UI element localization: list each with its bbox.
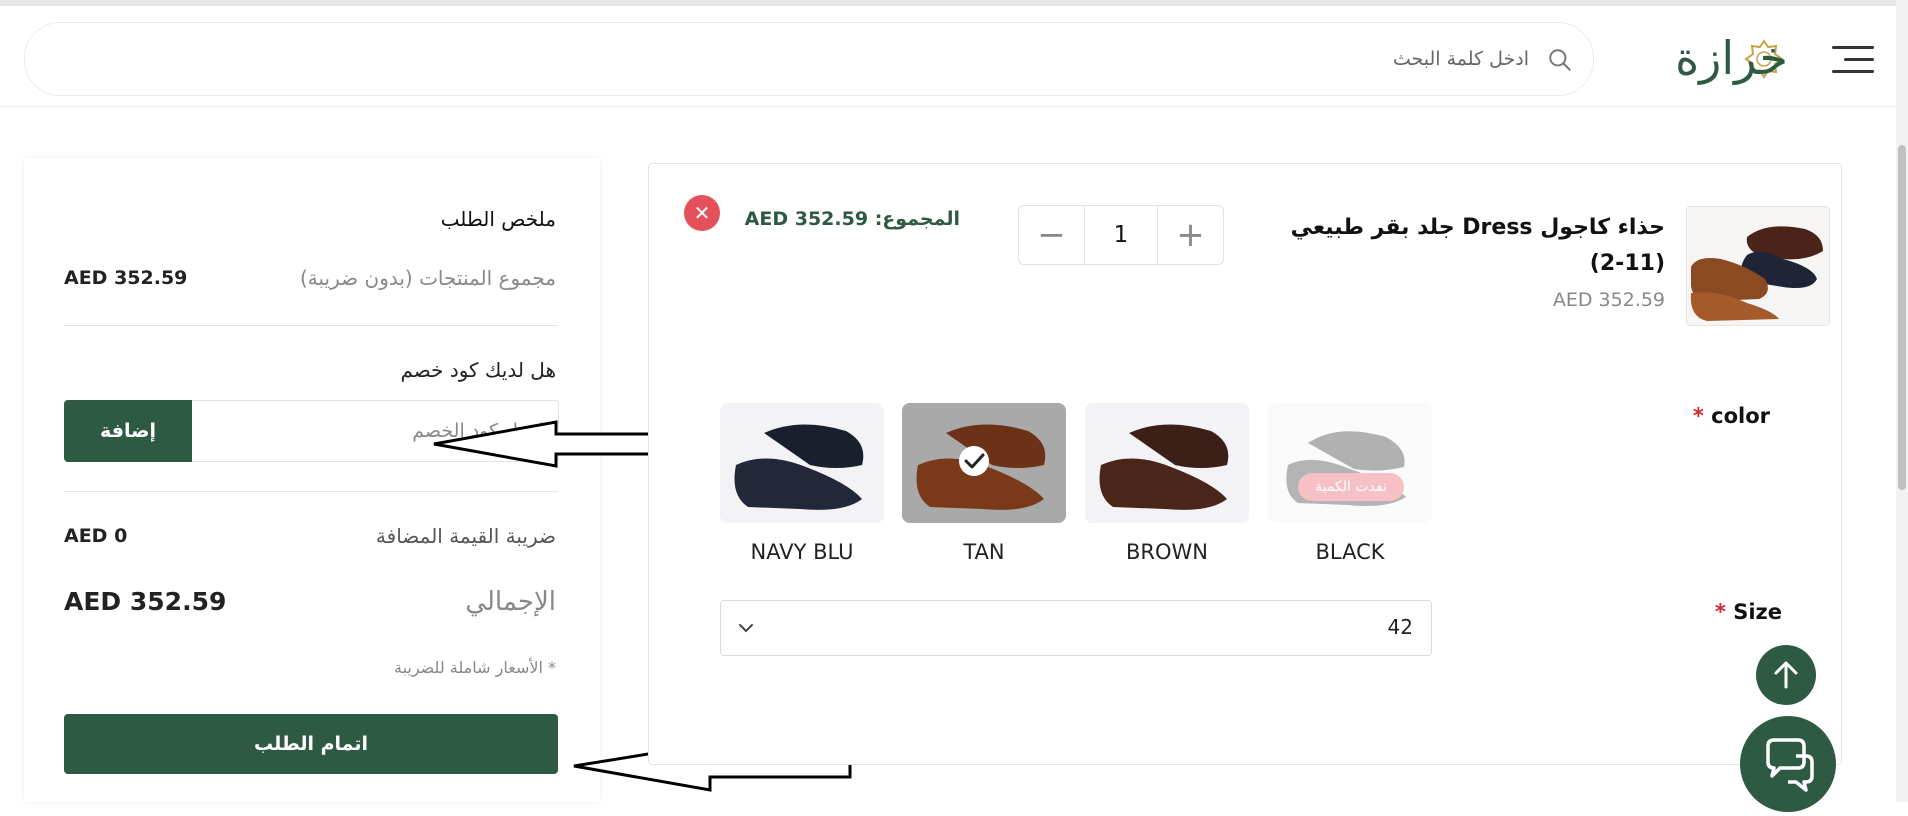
total-label: الإجمالي bbox=[465, 587, 556, 617]
tan-shoe-image bbox=[902, 403, 1066, 523]
scroll-to-top-button[interactable] bbox=[1756, 645, 1816, 705]
discount-question: هل لديك كود خصم bbox=[400, 358, 556, 382]
brand-name: خرازة bbox=[1675, 31, 1788, 85]
product-shoes-image bbox=[1687, 207, 1829, 325]
required-mark: * bbox=[1692, 404, 1704, 428]
summary-title: ملخص الطلب bbox=[440, 207, 556, 231]
subtotal-label: مجموع المنتجات (بدون ضريبة) bbox=[300, 266, 556, 290]
site-header: خرازة bbox=[0, 0, 1896, 105]
annotation-arrow-discount bbox=[433, 420, 678, 468]
search-bar[interactable] bbox=[24, 22, 1594, 96]
out-of-stock-badge: نفدت الكمية bbox=[1298, 473, 1404, 501]
brand-logo[interactable]: خرازة bbox=[1638, 31, 1788, 87]
divider bbox=[64, 491, 558, 492]
line-total-label: المجموع: bbox=[874, 208, 960, 230]
scrollbar-thumb[interactable] bbox=[1898, 145, 1906, 490]
color-option-label: * color bbox=[1693, 404, 1770, 428]
chevron-down-icon bbox=[739, 624, 753, 633]
increase-quantity-button[interactable]: + bbox=[1157, 206, 1223, 264]
arrow-up-icon bbox=[1774, 661, 1798, 689]
quantity-stepper: − 1 + bbox=[1018, 205, 1224, 265]
color-swatch-navy-blu[interactable] bbox=[720, 403, 884, 523]
navy-shoe-image bbox=[720, 403, 884, 523]
add-discount-button[interactable]: إضافة bbox=[64, 400, 192, 462]
checkout-button[interactable]: اتمام الطلب bbox=[64, 714, 558, 774]
vat-value: AED 0 bbox=[64, 525, 128, 547]
size-label-text: Size bbox=[1733, 600, 1782, 624]
hamburger-menu-icon[interactable] bbox=[1832, 46, 1874, 76]
search-icon[interactable] bbox=[1547, 47, 1573, 73]
product-name[interactable]: حذاء كاجول Dress جلد بقر طبيعي (11-2) bbox=[1285, 210, 1665, 282]
color-swatch-tan[interactable] bbox=[902, 403, 1066, 523]
order-summary-panel bbox=[24, 158, 600, 802]
color-label-text: color bbox=[1711, 404, 1770, 428]
size-selected-value: 42 bbox=[1387, 615, 1413, 639]
decrease-quantity-button[interactable]: − bbox=[1019, 206, 1085, 264]
product-price: AED 352.59 bbox=[1552, 289, 1665, 311]
color-name-black: BLACK bbox=[1315, 540, 1385, 564]
brown-shoe-image bbox=[1085, 403, 1249, 523]
vat-label: ضريبة القيمة المضافة bbox=[375, 524, 556, 548]
divider bbox=[64, 325, 558, 326]
required-mark: * bbox=[1714, 600, 1726, 624]
line-total-value: AED 352.59 bbox=[744, 208, 869, 230]
size-select[interactable]: 42 bbox=[720, 600, 1432, 656]
tax-note: * الأسعار شاملة للضريبة bbox=[393, 658, 556, 677]
size-option-label: * Size bbox=[1715, 600, 1782, 624]
black-shoe-image bbox=[1286, 431, 1406, 506]
color-name-navy-blu: NAVY BLU bbox=[750, 540, 854, 564]
total-value: AED 352.59 bbox=[64, 587, 227, 616]
line-total: المجموع: AED 352.59 bbox=[745, 208, 960, 230]
color-swatch-black[interactable]: نفدت الكمية bbox=[1268, 403, 1432, 523]
subtotal-value: AED 352.59 bbox=[64, 267, 188, 289]
remove-item-button[interactable]: ✕ bbox=[684, 195, 720, 231]
chat-icon bbox=[1766, 738, 1814, 792]
search-input[interactable] bbox=[327, 43, 1531, 75]
chat-button[interactable] bbox=[1740, 716, 1836, 812]
product-image[interactable] bbox=[1686, 206, 1830, 326]
color-swatch-brown[interactable] bbox=[1085, 403, 1249, 523]
quantity-value[interactable]: 1 bbox=[1086, 206, 1156, 264]
color-name-brown: BROWN bbox=[1125, 540, 1208, 564]
color-name-tan: TAN bbox=[963, 540, 1005, 564]
